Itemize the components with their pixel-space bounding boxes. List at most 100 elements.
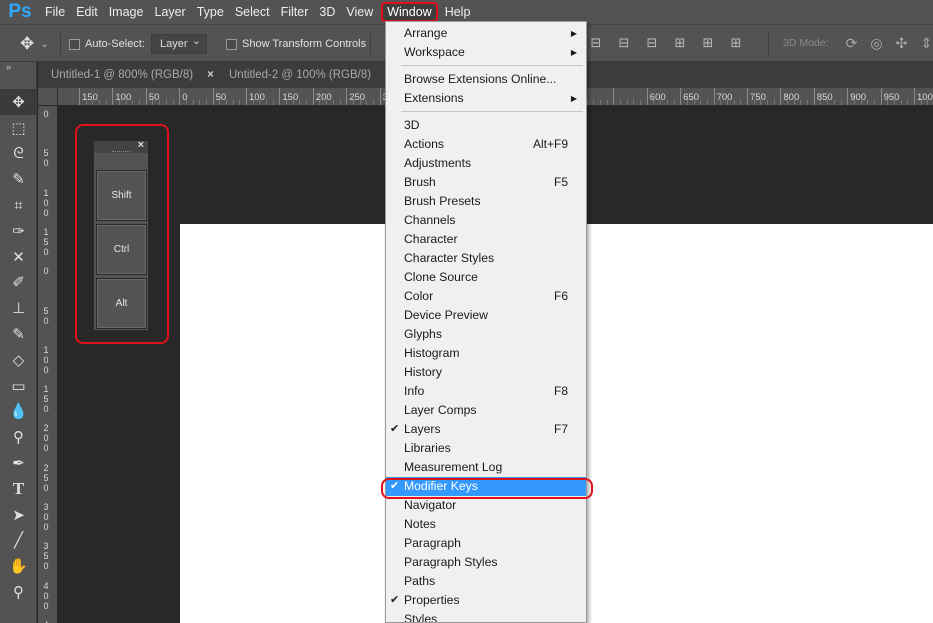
menu-item-adjustments[interactable]: Adjustments [386,154,586,173]
menu-item-brush[interactable]: Brush F5 [386,173,586,192]
menu-item-info[interactable]: Info F8 [386,382,586,401]
ruler-tick [79,88,80,105]
menu-layer[interactable]: Layer [149,0,190,24]
auto-select-checkbox[interactable] [69,38,80,50]
menu-select[interactable]: Select [230,0,275,24]
move-tool-preset-picker[interactable]: ✥ ⌄ [20,25,49,63]
lasso-tool-icon[interactable]: ᘓ [0,141,37,167]
line-tool-icon[interactable]: ╱ [0,528,37,554]
photoshop-logo: Ps [8,1,32,22]
menu-type[interactable]: Type [192,0,229,24]
menu-window[interactable]: Window [381,2,438,22]
menu-item-character-styles[interactable]: Character Styles [386,249,586,268]
menu-item-shortcut: F7 [553,422,568,436]
menu-item-label: Glyphs [404,327,442,341]
tab-untitled-2[interactable]: Untitled-2 @ 100% (RGB/8)× [216,62,392,88]
ruler-label: 100 [249,92,265,103]
ruler-minor-tick [800,100,802,105]
menu-edit[interactable]: Edit [71,0,103,24]
auto-select-toggle[interactable]: Auto-Select: [69,25,145,63]
roll-3d-icon[interactable]: ◎ [868,35,885,52]
menu-item-color[interactable]: Color F6 [386,287,586,306]
blur-tool-icon[interactable]: 💧 [0,399,37,425]
distribute-left-icon[interactable]: ⊞ [672,35,688,51]
ruler-minor-tick [165,100,167,105]
menu-item-device-preview[interactable]: Device Preview [386,306,586,325]
menu-item-paragraph-styles[interactable]: Paragraph Styles [386,553,586,572]
zoom-tool-icon[interactable]: ⚲ [0,579,37,605]
show-transform-controls-checkbox[interactable] [226,38,237,50]
menu-item-history[interactable]: History [386,363,586,382]
hand-tool-icon[interactable]: ✋ [0,553,37,579]
auto-select-target-select[interactable]: Layer [151,32,207,54]
alt-key-button[interactable]: Alt [96,278,147,329]
distribute-top-icon[interactable]: ⊟ [588,35,604,51]
distribute-hcenter-icon[interactable]: ⊞ [700,35,716,51]
menu-item-paragraph[interactable]: Paragraph [386,534,586,553]
menu-image[interactable]: Image [104,0,149,24]
tab-untitled-1[interactable]: Untitled-1 @ 800% (RGB/8) × [38,62,214,88]
ruler-label: 0 [43,315,49,326]
menu-filter[interactable]: Filter [276,0,314,24]
orbit-3d-icon[interactable]: ⟳ [843,35,860,52]
menu-item-histogram[interactable]: Histogram [386,344,586,363]
marquee-tool-icon[interactable]: ⬚ [0,115,37,141]
ruler-label: 50 [215,92,227,103]
slide-3d-icon[interactable]: ⇕ [918,35,933,52]
vertical-ruler[interactable]: 050100150050100150200250300350400450 [38,106,58,623]
menu-item-character[interactable]: Character [386,230,586,249]
modifier-keys-titlebar[interactable]: × [94,139,148,153]
pen-tool-icon[interactable]: ✒ [0,450,37,476]
distribute-vcenter-icon[interactable]: ⊟ [616,35,632,51]
distribute-right-icon[interactable]: ⊞ [728,35,744,51]
ctrl-key-button[interactable]: Ctrl [96,224,147,275]
distribute-bottom-icon[interactable]: ⊟ [644,35,660,51]
ruler-origin[interactable] [38,88,58,106]
menu-3d[interactable]: 3D [314,0,340,24]
eyedropper-tool-icon[interactable]: ✑ [0,218,37,244]
menu-item-measurement-log[interactable]: Measurement Log [386,458,586,477]
ruler-minor-tick [666,100,668,105]
menu-item-properties[interactable]: ✔ Properties [386,591,586,610]
close-icon[interactable]: × [138,139,144,151]
menu-item-actions[interactable]: Actions Alt+F9 [386,135,586,154]
menu-item-channels[interactable]: Channels [386,211,586,230]
clone-stamp-tool-icon[interactable]: ⊥ [0,295,37,321]
eraser-tool-icon[interactable]: ◇ [0,347,37,373]
menu-item-clone-source[interactable]: Clone Source [386,268,586,287]
menu-item-layers[interactable]: ✔ Layers F7 [386,420,586,439]
brush-tool-icon[interactable]: ✐ [0,270,37,296]
gradient-tool-icon[interactable]: ▭ [0,373,37,399]
path-selection-tool-icon[interactable]: ➤ [0,502,37,528]
pan-3d-icon[interactable]: ✣ [893,35,910,52]
menu-item-glyphs[interactable]: Glyphs [386,325,586,344]
crop-tool-icon[interactable]: ⌗ [0,192,37,218]
menu-view[interactable]: View [341,0,378,24]
panel-collapse-icon[interactable]: » [0,62,36,89]
menu-item-3d[interactable]: 3D [386,116,586,135]
quick-selection-tool-icon[interactable]: ✎ [0,166,37,192]
menu-item-notes[interactable]: Notes [386,515,586,534]
shift-key-button[interactable]: Shift [96,170,147,221]
tools-panel: » ✥ ⬚ ᘓ ✎ ⌗ ✑ ✕ ✐ ⊥ ✎ ◇ ▭ 💧 ⚲ ✒ T ➤ ╱ ✋ … [0,62,37,623]
ruler-tick [680,88,682,105]
menu-item-styles[interactable]: Styles [386,610,586,622]
menu-item-arrange[interactable]: Arrange ▶ [386,24,586,43]
type-tool-icon[interactable]: T [0,476,37,502]
menu-item-paths[interactable]: Paths [386,572,586,591]
close-icon[interactable]: × [207,69,214,81]
menu-item-brush-presets[interactable]: Brush Presets [386,192,586,211]
drag-grip-icon[interactable] [112,151,130,153]
dodge-tool-icon[interactable]: ⚲ [0,424,37,450]
ruler-minor-tick [867,100,869,105]
move-tool-icon[interactable]: ✥ [0,89,37,115]
menu-item-layer-comps[interactable]: Layer Comps [386,401,586,420]
menu-file[interactable]: File [40,0,70,24]
menu-item-browse-extensions-online[interactable]: Browse Extensions Online... [386,70,586,89]
show-transform-controls-toggle[interactable]: Show Transform Controls [226,25,366,63]
menu-item-libraries[interactable]: Libraries [386,439,586,458]
history-brush-tool-icon[interactable]: ✎ [0,321,37,347]
menu-item-workspace[interactable]: Workspace ▶ [386,43,586,62]
healing-brush-tool-icon[interactable]: ✕ [0,244,37,270]
menu-item-extensions[interactable]: Extensions ▶ [386,89,586,108]
